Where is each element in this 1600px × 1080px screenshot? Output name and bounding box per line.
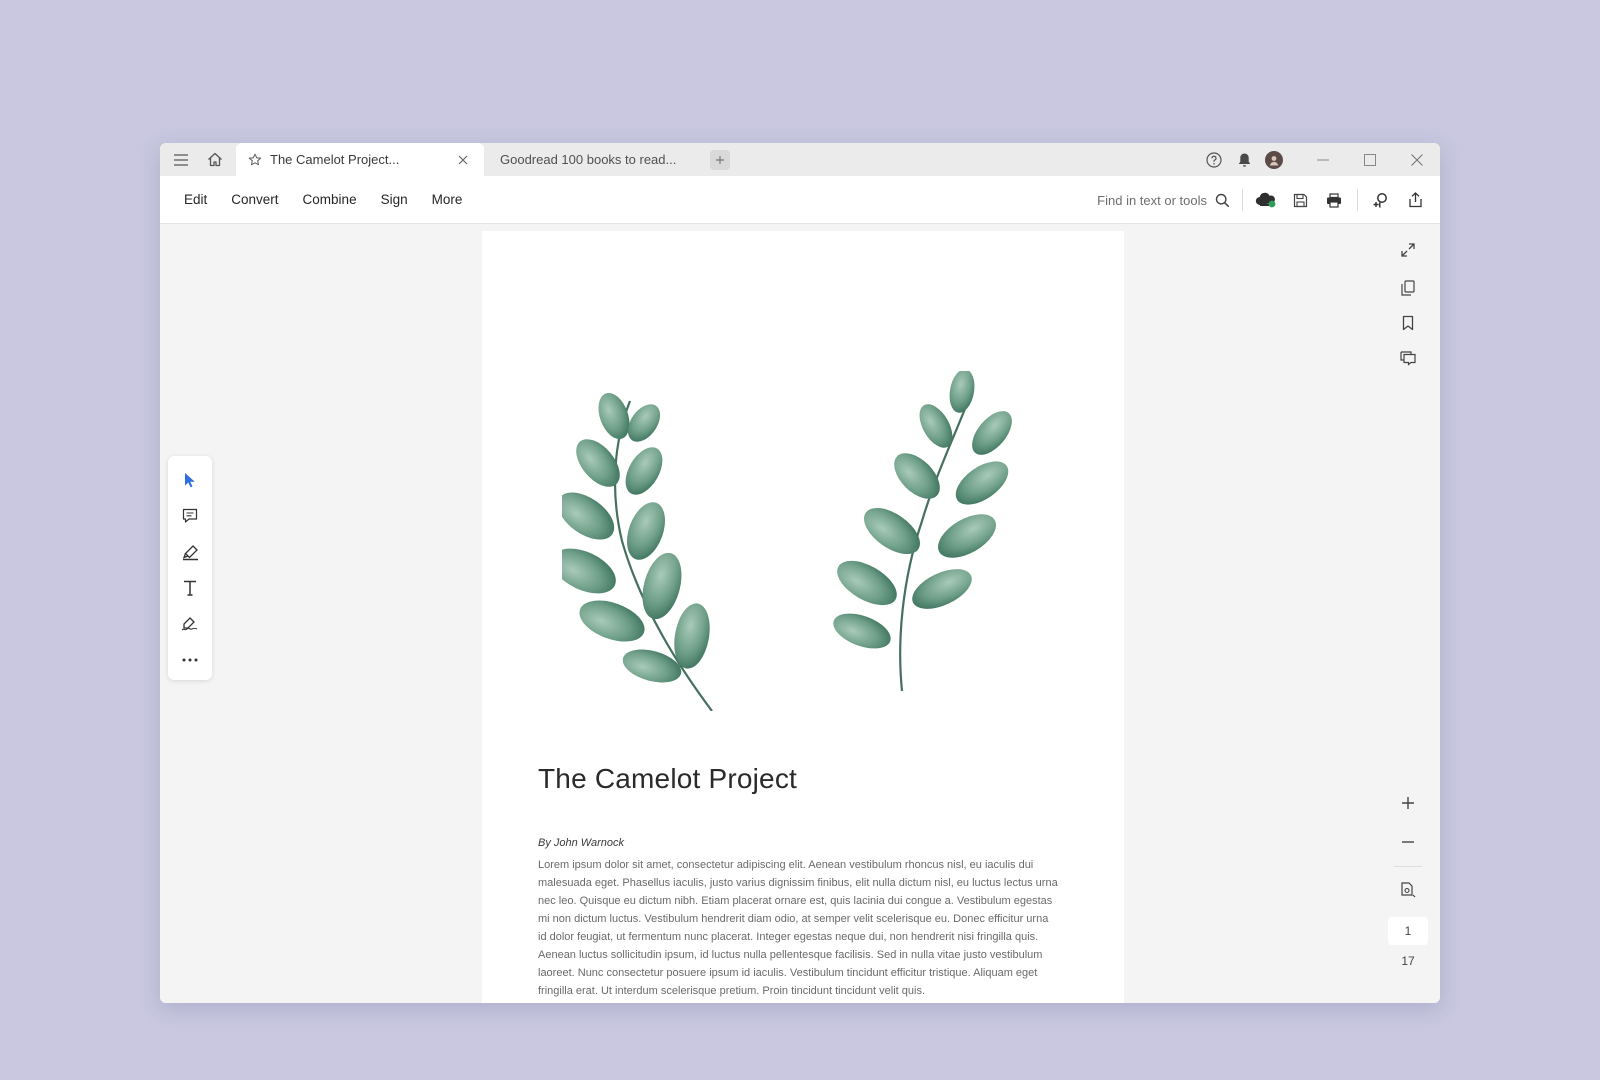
left-branch [562, 392, 713, 711]
minus-icon [1402, 841, 1414, 843]
toolbar-right: Find in text or tools [1097, 176, 1432, 224]
minimize-icon [1316, 159, 1329, 160]
more-tools-button[interactable] [172, 642, 208, 678]
right-rail: 1 17 [1386, 224, 1430, 1003]
print-button[interactable] [1317, 183, 1351, 217]
zoom-in-button[interactable] [1390, 785, 1426, 821]
bell-icon [1238, 153, 1250, 167]
close-window-button[interactable] [1393, 143, 1440, 176]
add-person-icon [1373, 192, 1387, 208]
menu-button[interactable] [164, 143, 198, 176]
tab-close-button[interactable] [454, 151, 472, 169]
menu-combine[interactable]: Combine [291, 186, 369, 213]
comment-icon [182, 508, 198, 523]
hamburger-icon [174, 153, 188, 166]
cursor-icon [185, 473, 195, 488]
expand-icon [1401, 243, 1415, 257]
minimize-button[interactable] [1299, 143, 1346, 176]
search-placeholder: Find in text or tools [1097, 192, 1207, 208]
zoom-out-button[interactable] [1390, 824, 1426, 860]
save-button[interactable] [1283, 183, 1317, 217]
title-bar: The Camelot Project... Goodread 100 book… [160, 143, 1440, 176]
star-icon [248, 153, 262, 165]
print-icon [1327, 192, 1341, 208]
tab-camelot-project[interactable]: The Camelot Project... [236, 143, 484, 176]
home-button[interactable] [198, 143, 232, 176]
select-tool-button[interactable] [172, 462, 208, 498]
close-icon [1410, 153, 1423, 166]
text-tool-button[interactable] [172, 570, 208, 606]
comments-icon [1400, 350, 1416, 366]
total-pages: 17 [1401, 954, 1415, 968]
toolbar-divider [1242, 189, 1243, 211]
page-thumbnails-button[interactable] [1390, 270, 1426, 306]
close-icon [458, 155, 468, 164]
page-display-button[interactable] [1390, 872, 1426, 908]
bookmarks-button[interactable] [1390, 305, 1426, 341]
search-icon [1215, 193, 1230, 207]
app-window: The Camelot Project... Goodread 100 book… [160, 143, 1440, 1003]
maximize-icon [1363, 153, 1376, 166]
tab-label: Goodread 100 books to read... [500, 152, 677, 167]
tab-label: The Camelot Project... [270, 152, 400, 167]
signature-icon [181, 617, 198, 631]
help-button[interactable] [1199, 143, 1229, 176]
title-bar-right [1199, 143, 1440, 176]
quick-tools-panel [168, 456, 212, 680]
plus-icon [1402, 797, 1414, 809]
tab-goodread-books[interactable]: Goodread 100 books to read... [484, 143, 720, 176]
maximize-button[interactable] [1346, 143, 1393, 176]
plus-icon [716, 155, 724, 164]
full-screen-button[interactable] [1390, 232, 1426, 268]
document-page[interactable]: The Camelot Project By John Warnock Lore… [482, 231, 1124, 1003]
cloud-sync-button[interactable] [1249, 183, 1283, 217]
window-controls [1299, 143, 1440, 176]
menu-edit[interactable]: Edit [172, 186, 219, 213]
pages-icon [1401, 280, 1415, 296]
highlighter-icon [182, 544, 198, 560]
document-workspace[interactable]: The Camelot Project By John Warnock Lore… [160, 224, 1440, 1003]
cloud-icon [1255, 192, 1276, 208]
right-branch [833, 371, 1012, 692]
notifications-button[interactable] [1229, 143, 1259, 176]
comment-tool-button[interactable] [172, 498, 208, 534]
new-tab-button[interactable] [710, 149, 730, 170]
highlight-tool-button[interactable] [172, 534, 208, 570]
menu-sign[interactable]: Sign [369, 186, 420, 213]
current-page-input[interactable]: 1 [1388, 917, 1428, 945]
menu-convert[interactable]: Convert [219, 186, 290, 213]
home-icon [208, 152, 222, 167]
search-field[interactable]: Find in text or tools [1097, 193, 1236, 208]
document-author: By John Warnock [538, 837, 625, 849]
text-icon [184, 580, 196, 596]
document-title: The Camelot Project [538, 763, 798, 794]
rail-divider [1394, 866, 1422, 867]
user-icon [1269, 155, 1279, 165]
document-body-text: Lorem ipsum dolor sit amet, consectetur … [538, 859, 1058, 997]
page-settings-icon [1401, 882, 1416, 898]
comments-panel-button[interactable] [1390, 340, 1426, 376]
avatar [1265, 150, 1283, 169]
share-people-button[interactable] [1364, 183, 1398, 217]
signature-tool-button[interactable] [172, 606, 208, 642]
menu-more[interactable]: More [420, 186, 475, 213]
export-button[interactable] [1398, 183, 1432, 217]
main-toolbar: Edit Convert Combine Sign More Find in t… [160, 176, 1440, 224]
ellipsis-icon [182, 658, 198, 662]
eucalyptus-leaves-illustration [562, 371, 1012, 711]
bookmark-icon [1402, 315, 1414, 331]
toolbar-divider [1357, 189, 1358, 211]
help-icon [1206, 151, 1222, 168]
save-icon [1293, 193, 1307, 207]
share-icon [1408, 192, 1422, 208]
account-button[interactable] [1259, 143, 1289, 176]
